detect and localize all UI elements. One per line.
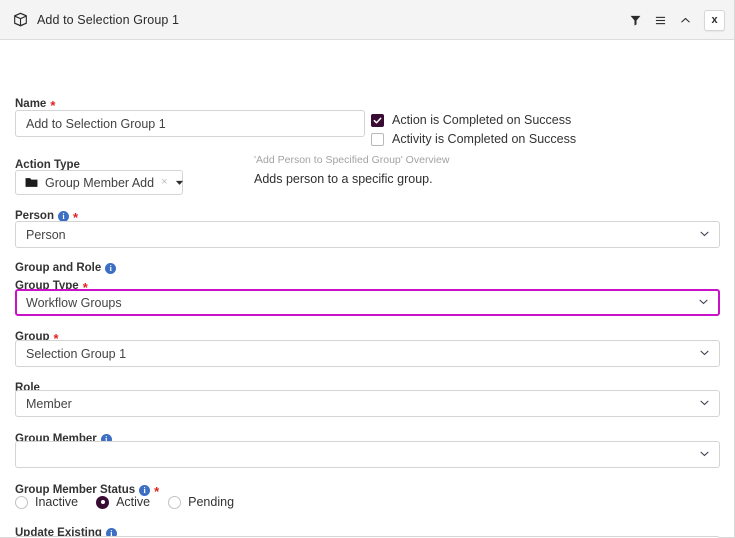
name-input-wrap: Add to Selection Group 1 [15, 110, 365, 137]
activity-completed-checkbox[interactable]: Activity is Completed on Success [371, 130, 576, 148]
chevron-down-icon [699, 448, 710, 462]
group-and-role-label: Group and Role i [15, 262, 117, 275]
person-select-wrap: Person [15, 221, 720, 248]
role-select-wrap: Member [15, 390, 720, 417]
action-overview: 'Add Person to Specified Group' Overview… [254, 154, 449, 186]
overview-title: 'Add Person to Specified Group' Overview [254, 154, 450, 166]
group-member-select-wrap [15, 441, 720, 468]
clear-icon[interactable]: × [161, 177, 167, 188]
radio-inactive[interactable]: Inactive [15, 495, 78, 509]
group-type-select-wrap: Workflow Groups [15, 289, 720, 316]
group-select-wrap: Selection Group 1 [15, 340, 720, 367]
radio-active-label: Active [116, 495, 151, 509]
group-member-status-radio-group: Inactive Active Pending [15, 495, 242, 509]
chevron-down-icon [699, 347, 710, 361]
activity-completed-label: Activity is Completed on Success [392, 132, 577, 146]
group-member-select[interactable] [15, 441, 720, 468]
close-button[interactable]: x [704, 9, 725, 31]
action-completed-checkbox[interactable]: Action is Completed on Success [371, 111, 576, 129]
group-select[interactable]: Selection Group 1 [15, 340, 720, 367]
chevron-down-icon [699, 228, 710, 242]
folder-icon [25, 177, 38, 188]
caret-down-icon[interactable] [175, 178, 184, 187]
person-select-value: Person [26, 227, 66, 242]
filter-icon[interactable] [624, 9, 647, 32]
overview-body: Adds person to a specific group. [254, 171, 433, 186]
group-select-value: Selection Group 1 [26, 346, 127, 361]
chevron-up-icon[interactable] [674, 9, 697, 32]
action-config-panel: Add to Selection Group 1 x Name * Add to… [0, 0, 735, 538]
group-type-select-value: Workflow Groups [26, 295, 122, 310]
action-completed-label: Action is Completed on Success [392, 113, 572, 127]
person-select[interactable]: Person [15, 221, 720, 248]
chevron-down-icon [699, 397, 710, 411]
success-checkbox-group: Action is Completed on Success Activity … [371, 111, 576, 149]
radio-unselected-icon [168, 495, 182, 509]
action-type-select-wrap: Group Member Add × [15, 170, 183, 195]
close-icon: x [711, 13, 718, 26]
radio-inactive-label: Inactive [35, 495, 79, 509]
info-icon[interactable]: i [105, 263, 117, 275]
panel-title: Add to Selection Group 1 [37, 12, 180, 27]
action-type-select[interactable]: Group Member Add × [15, 170, 183, 195]
name-input[interactable]: Add to Selection Group 1 [15, 110, 365, 137]
group-type-select[interactable]: Workflow Groups [15, 289, 720, 316]
chevron-down-icon [698, 296, 709, 310]
radio-pending[interactable]: Pending [168, 495, 234, 509]
role-select[interactable]: Member [15, 390, 720, 417]
action-type-value: Group Member Add [45, 175, 155, 190]
checkbox-unchecked-icon [371, 132, 384, 146]
cube-icon [13, 12, 28, 27]
checkbox-checked-icon [371, 113, 384, 127]
radio-unselected-icon [15, 495, 28, 509]
titlebar-left: Add to Selection Group 1 [13, 12, 179, 27]
radio-selected-icon [96, 495, 110, 509]
radio-pending-label: Pending [188, 495, 235, 509]
menu-icon[interactable] [649, 9, 672, 32]
group-and-role-label-row: Group and Role i [15, 258, 117, 276]
radio-active[interactable]: Active [96, 495, 150, 509]
name-input-value: Add to Selection Group 1 [26, 116, 166, 131]
titlebar: Add to Selection Group 1 x [0, 0, 734, 40]
titlebar-actions: x [624, 0, 725, 40]
role-select-value: Member [26, 396, 72, 411]
